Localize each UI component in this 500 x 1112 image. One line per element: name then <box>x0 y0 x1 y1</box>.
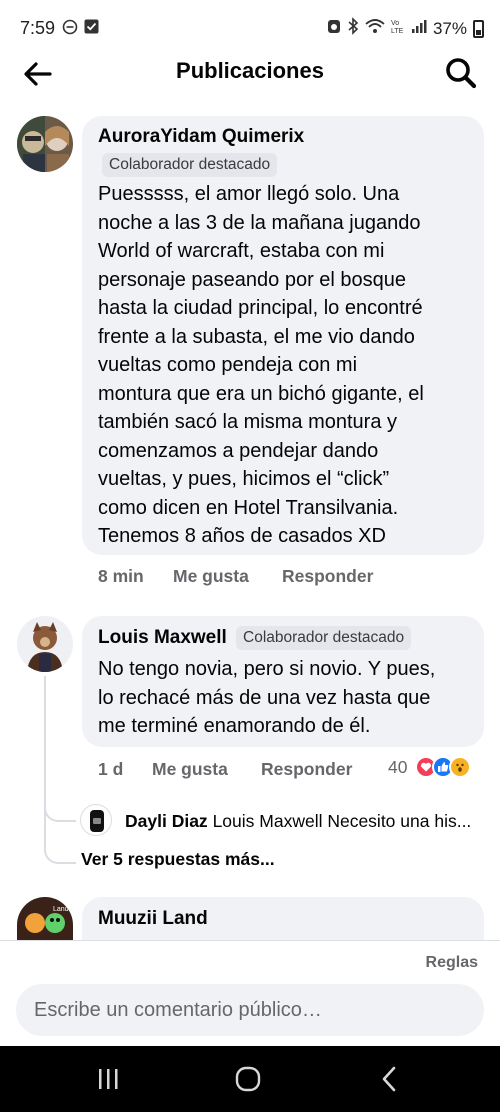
comment-author[interactable]: Louis Maxwell <box>98 627 227 649</box>
wifi-icon <box>365 18 385 39</box>
avatar[interactable]: Land <box>17 897 73 940</box>
notification-check-icon <box>84 19 99 39</box>
bluetooth-icon <box>347 17 359 40</box>
comment-line: Tenemos 8 años de casados XD <box>98 525 386 547</box>
reply-button[interactable]: Responder <box>282 566 373 587</box>
thread-connector <box>44 820 76 864</box>
divider <box>0 940 500 941</box>
back-nav-icon[interactable] <box>380 1066 398 1097</box>
alarm-icon <box>327 18 341 39</box>
comment-text: No tengo novia, pero si novio. Y pues, l… <box>98 655 435 741</box>
comment-composer[interactable] <box>16 984 484 1036</box>
comment-line: No tengo novia, pero si novio. Y pues, <box>98 658 436 680</box>
comment-line: World of warcraft, estaba con mi <box>98 240 385 262</box>
comment-actions: 8 min Me gusta Responder <box>98 566 373 587</box>
comment-author[interactable]: Muuzii Land <box>98 908 208 930</box>
reaction-count: 40 <box>388 756 408 777</box>
comment-line: vueltas como pendeja con mi <box>98 354 358 376</box>
avatar[interactable] <box>17 616 73 672</box>
rules-link[interactable]: Reglas <box>426 954 478 972</box>
home-icon[interactable] <box>235 1066 261 1097</box>
comment-line: como dicen en Hotel Transilvania. <box>98 496 399 519</box>
comment-line: comenzamos a pendejar dando <box>98 439 379 462</box>
comment-line: hasta la ciudad principal, lo encontré <box>98 297 423 319</box>
volte-icon: Vo LTE <box>391 18 405 39</box>
comment-line: me terminé enamorando de él. <box>98 715 371 737</box>
status-badge: Colaborador destacado <box>236 626 412 650</box>
view-more-replies-link[interactable]: Ver 5 respuestas más... <box>81 849 275 870</box>
reaction-summary[interactable]: 40 <box>388 756 472 778</box>
reply-author: Dayli Diaz <box>125 811 208 831</box>
reply-text: Louis Maxwell Necesito una his... <box>212 811 472 831</box>
like-button[interactable]: Me gusta <box>152 759 261 780</box>
search-icon[interactable] <box>444 56 478 90</box>
comment-line: Puesssss, el amor llegó solo. Una <box>98 183 400 205</box>
avatar[interactable] <box>17 116 73 172</box>
svg-text:Vo: Vo <box>391 20 399 27</box>
comment-input[interactable] <box>34 984 464 1036</box>
status-badge: Colaborador destacado <box>102 153 278 177</box>
status-right: Vo LTE 37% <box>327 17 484 40</box>
status-time: 7:59 <box>20 18 56 38</box>
comment-actions: 1 d Me gusta Responder <box>98 759 352 780</box>
reply-preview[interactable]: Dayli Diaz Louis Maxwell Necesito una hi… <box>125 811 471 832</box>
avatar[interactable] <box>80 804 112 836</box>
comment-time[interactable]: 8 min <box>98 566 173 587</box>
like-button[interactable]: Me gusta <box>173 566 282 587</box>
system-navigation-bar <box>0 1046 500 1112</box>
comment-bubble: Louis Maxwell Colaborador destacado No t… <box>82 616 484 747</box>
comment-time[interactable]: 1 d <box>98 759 152 780</box>
page-title: Publicaciones <box>176 58 324 83</box>
do-not-disturb-icon <box>62 19 78 40</box>
reply-button[interactable]: Responder <box>261 759 352 780</box>
svg-text:LTE: LTE <box>391 28 404 34</box>
thread-connector <box>44 780 76 822</box>
comment-line: lo rechacé más de una vez hasta que <box>98 686 431 709</box>
wow-reaction-icon <box>449 756 472 778</box>
comment-line: montura que era un bichó gigante, el <box>98 382 424 405</box>
signal-icon <box>411 18 427 39</box>
comment-line: personaje paseando por el bosque <box>98 268 407 291</box>
comment-bubble: Muuzii Land <box>82 897 484 940</box>
battery-icon <box>473 19 484 38</box>
comment-line: noche a las 3 de la mañana jugando <box>98 211 421 234</box>
battery-percent: 37% <box>432 18 467 38</box>
svg-text:Land: Land <box>53 906 69 913</box>
comment-bubble: AuroraYidam Quimerix Colaborador destaca… <box>82 116 484 555</box>
recent-apps-icon[interactable] <box>96 1067 120 1096</box>
comment-line: también sacó la misma montura y <box>98 411 398 433</box>
comment-line: vueltas, y pues, hicimos el “click” <box>98 468 390 490</box>
comment-author[interactable]: AuroraYidam Quimerix <box>98 126 304 148</box>
comment-text: Puesssss, el amor llegó solo. Una noche … <box>98 180 424 551</box>
top-app-bar: Publicaciones <box>0 48 500 98</box>
comment-line: frente a la subasta, el me vio dando <box>98 325 415 348</box>
